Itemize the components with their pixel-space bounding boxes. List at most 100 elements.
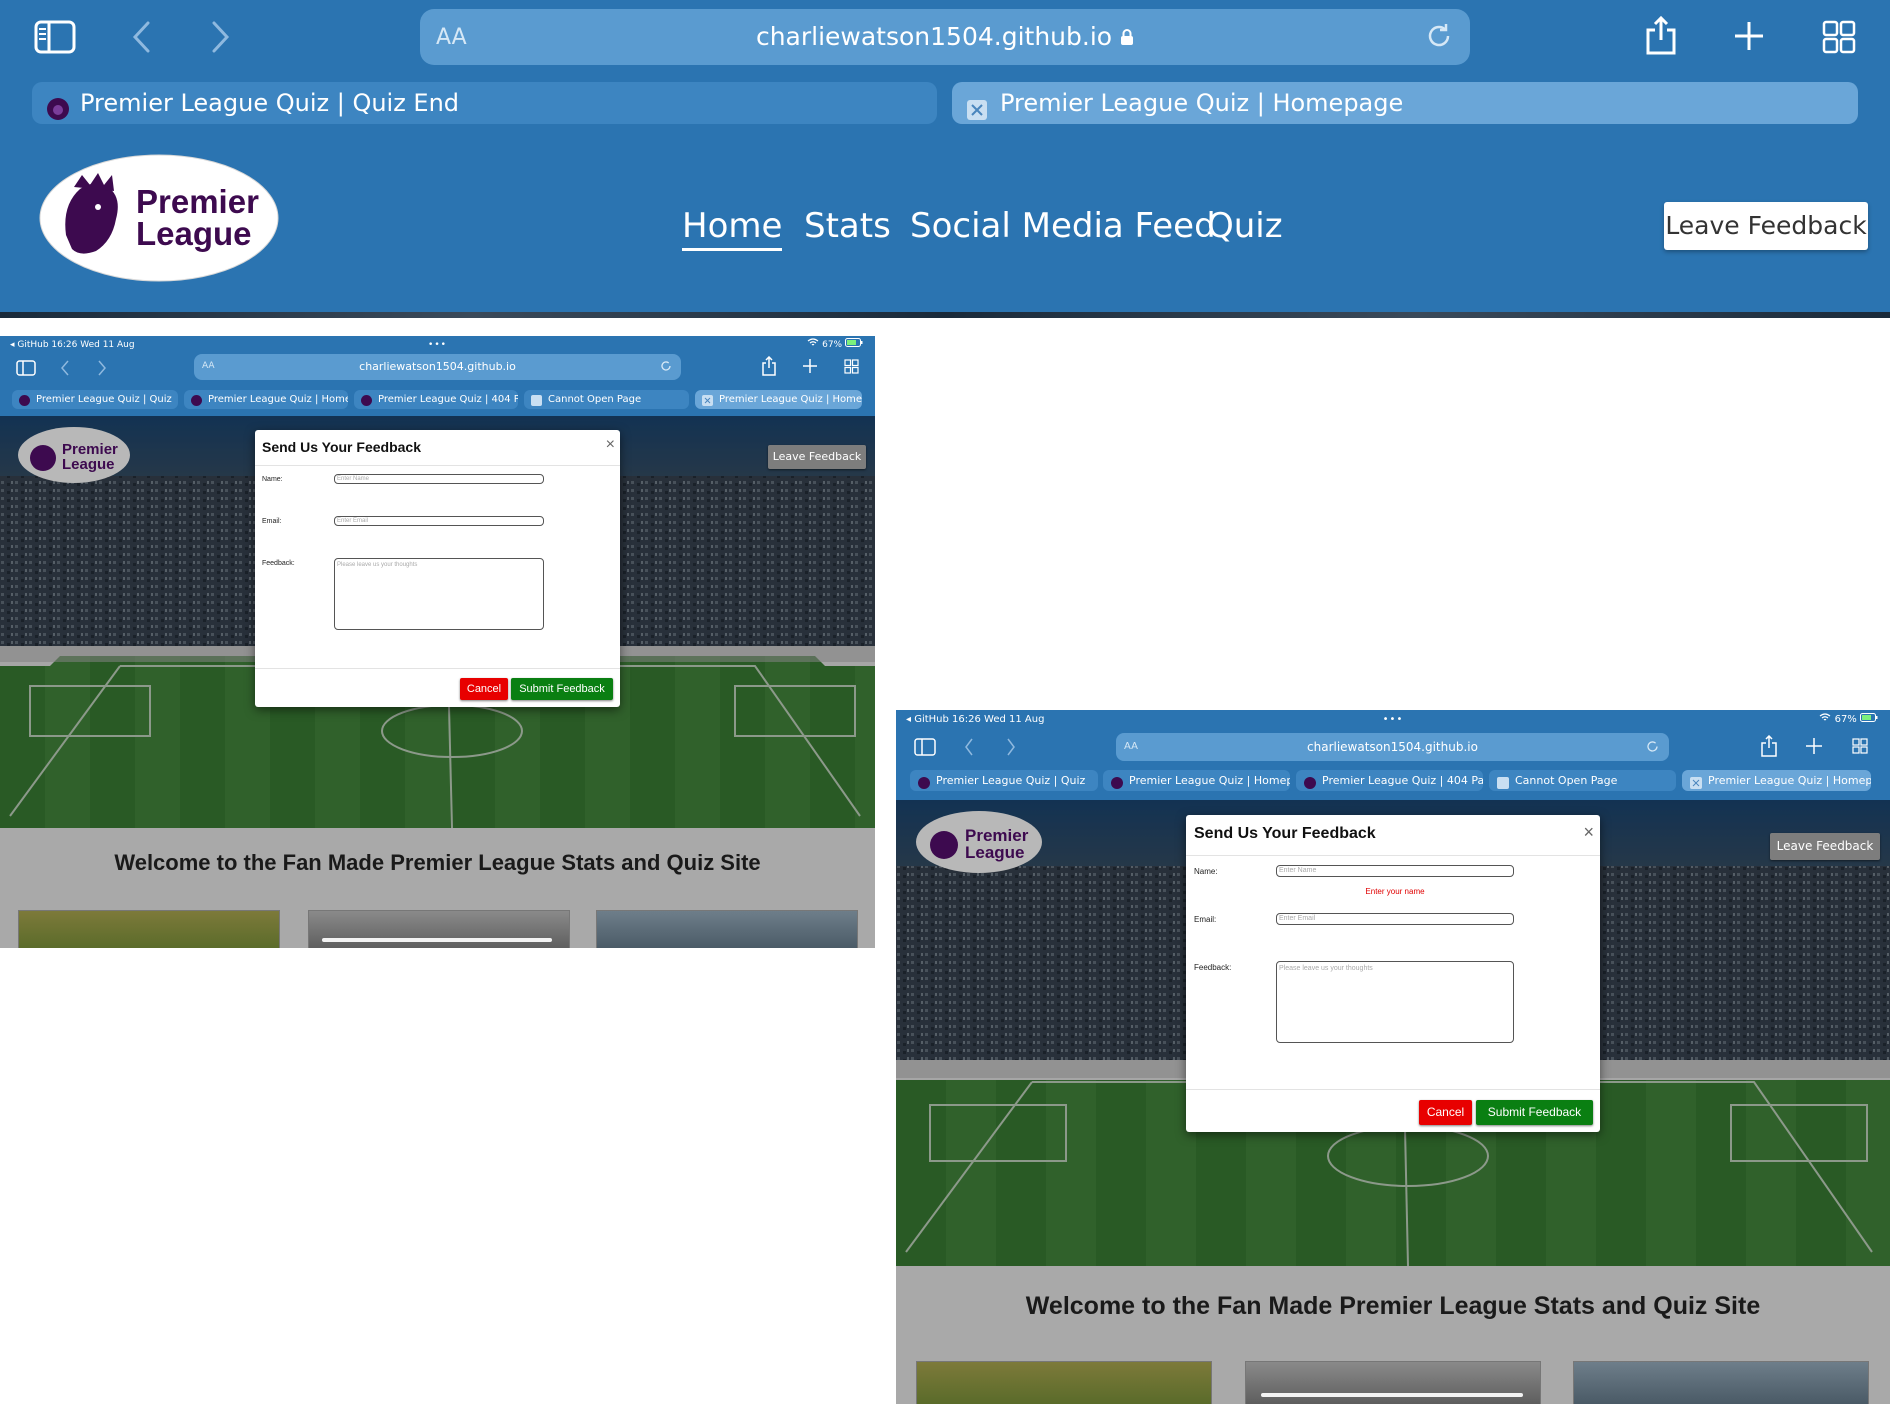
tab-homepage[interactable]: Premier League Quiz | Homepage xyxy=(952,82,1858,124)
browser-toolbar: AA charliewatson1504.github.io Premier L… xyxy=(896,730,1890,800)
ios-status-bar: ◂ GitHub 16:26 Wed 11 Aug ••• 67% xyxy=(896,710,1890,730)
tab-quiz-end[interactable]: Premier League Quiz | Quiz End xyxy=(32,82,937,124)
tab-4[interactable]: Cannot Open Page xyxy=(524,390,689,409)
back-chevron-icon[interactable] xyxy=(60,360,70,381)
plus-icon[interactable] xyxy=(1733,20,1765,57)
svg-text:League: League xyxy=(965,843,1025,862)
feedback-textarea[interactable]: Please leave us your thoughts xyxy=(334,558,544,630)
tabs-grid-icon[interactable] xyxy=(1852,738,1868,759)
feature-card-stats[interactable] xyxy=(18,910,280,948)
nav-quiz[interactable]: Quiz xyxy=(1207,206,1283,246)
back-chevron-icon[interactable] xyxy=(964,738,974,761)
email-label: Email: xyxy=(1194,915,1217,924)
page-icon xyxy=(1497,775,1509,791)
feature-card-social[interactable] xyxy=(308,910,570,948)
email-input[interactable]: Enter Email xyxy=(334,516,544,526)
name-input[interactable]: Enter Name xyxy=(1276,865,1514,877)
feature-card-social[interactable] xyxy=(1245,1361,1541,1404)
battery-icon xyxy=(1860,713,1878,722)
tab-1[interactable]: Premier League Quiz | Quiz xyxy=(910,770,1098,791)
tab-5[interactable]: Premier League Quiz | Homepage xyxy=(695,390,862,409)
leave-feedback-button[interactable]: Leave Feedback xyxy=(768,445,866,469)
email-label: Email: xyxy=(262,518,282,525)
share-icon[interactable] xyxy=(1644,14,1678,61)
name-label: Name: xyxy=(262,476,283,483)
name-error-message: Enter your name xyxy=(1365,887,1425,896)
logo-text-line2: League xyxy=(136,215,252,252)
nav-stats[interactable]: Stats xyxy=(804,206,891,246)
home-indicator[interactable] xyxy=(1261,1393,1523,1397)
address-bar[interactable]: AA charliewatson1504.github.io xyxy=(194,354,681,380)
pl-lion-icon xyxy=(19,394,30,409)
close-icon[interactable]: × xyxy=(1583,822,1594,843)
tab-5[interactable]: Premier League Quiz | Homepage xyxy=(1682,770,1871,791)
tab-1[interactable]: Premier League Quiz | Quiz xyxy=(12,390,178,409)
feedback-label: Feedback: xyxy=(262,560,295,567)
modal-footer-divider xyxy=(1186,1089,1600,1090)
feedback-modal: Send Us Your Feedback × Name: Enter Name… xyxy=(255,430,620,707)
forward-chevron-icon[interactable] xyxy=(208,20,232,59)
name-input[interactable]: Enter Name xyxy=(334,474,544,484)
back-chevron-icon[interactable] xyxy=(130,20,154,59)
close-tab-icon[interactable] xyxy=(966,92,988,124)
tabs-grid-icon[interactable] xyxy=(844,359,859,379)
tab-2[interactable]: Premier League Quiz | Homepage xyxy=(1103,770,1290,791)
premier-league-logo[interactable]: Premier League xyxy=(17,426,131,489)
forward-chevron-icon[interactable] xyxy=(1006,738,1016,761)
address-bar[interactable]: AA charliewatson1504.github.io xyxy=(1116,733,1669,761)
feedback-modal: Send Us Your Feedback × Name: Enter Name… xyxy=(1186,815,1600,1132)
page-icon xyxy=(531,394,542,409)
close-tab-icon[interactable] xyxy=(1690,775,1702,791)
blank-area xyxy=(0,948,875,1417)
sidebar-icon[interactable] xyxy=(16,360,36,381)
nav-social-media-feed[interactable]: Social Media Feed xyxy=(910,206,1216,246)
reload-icon[interactable] xyxy=(659,359,673,376)
email-input[interactable]: Enter Email xyxy=(1276,913,1514,925)
address-text: charliewatson1504.github.io xyxy=(1307,740,1478,754)
wifi-icon xyxy=(1820,713,1831,721)
modal-footer-divider xyxy=(255,668,620,669)
tab-4[interactable]: Cannot Open Page xyxy=(1489,770,1676,791)
feature-card-stats[interactable] xyxy=(916,1361,1212,1404)
share-icon[interactable] xyxy=(1761,734,1777,762)
feature-card-quiz[interactable] xyxy=(596,910,858,948)
browser-toolbar: AA charliewatson1504.github.io Premier L… xyxy=(0,354,875,416)
tab-3[interactable]: Premier League Quiz | 404 Page xyxy=(1296,770,1483,791)
modal-header-divider xyxy=(255,465,620,466)
nav-home[interactable]: Home xyxy=(682,206,783,251)
share-icon[interactable] xyxy=(762,355,776,381)
close-tab-icon[interactable] xyxy=(702,394,713,409)
cancel-button[interactable]: Cancel xyxy=(460,678,508,700)
tab-3[interactable]: Premier League Quiz | 404 Page xyxy=(354,390,518,409)
svg-text:League: League xyxy=(62,456,115,473)
sidebar-icon[interactable] xyxy=(34,20,76,59)
feature-card-quiz[interactable] xyxy=(1573,1361,1869,1404)
modal-header-divider xyxy=(1186,855,1600,856)
leave-feedback-button[interactable]: Leave Feedback xyxy=(1770,833,1880,860)
submit-feedback-button[interactable]: Submit Feedback xyxy=(1476,1100,1593,1125)
plus-icon[interactable] xyxy=(803,359,817,378)
premier-league-logo[interactable]: Premier League xyxy=(38,153,280,283)
reload-icon[interactable] xyxy=(1645,739,1660,757)
hero-top-strip xyxy=(0,312,1890,318)
cancel-button[interactable]: Cancel xyxy=(1419,1100,1472,1125)
premier-league-logo[interactable]: Premier League xyxy=(915,810,1043,879)
reload-icon[interactable] xyxy=(1424,21,1454,56)
wifi-icon xyxy=(807,338,819,346)
screenshot-feedback-modal-error: ◂ GitHub 16:26 Wed 11 Aug ••• 67% AA cha… xyxy=(896,710,1890,1404)
forward-chevron-icon[interactable] xyxy=(97,360,107,381)
tab-2[interactable]: Premier League Quiz | Homepage xyxy=(184,390,348,409)
leave-feedback-button[interactable]: Leave Feedback xyxy=(1664,202,1868,250)
sidebar-icon[interactable] xyxy=(914,738,936,761)
plus-icon[interactable] xyxy=(1806,738,1822,759)
feedback-textarea[interactable]: Please leave us your thoughts xyxy=(1276,961,1514,1043)
pl-lion-icon xyxy=(918,775,930,791)
address-bar[interactable]: AA charliewatson1504.github.io xyxy=(420,9,1470,65)
top-browser-screenshot: AA charliewatson1504.github.io Premier L… xyxy=(0,0,1890,318)
submit-feedback-button[interactable]: Submit Feedback xyxy=(511,678,613,700)
tabs-grid-icon[interactable] xyxy=(1822,20,1856,59)
lock-icon xyxy=(1121,29,1134,45)
ios-status-bar: ◂ GitHub 16:26 Wed 11 Aug ••• 67% xyxy=(0,336,875,354)
close-icon[interactable]: × xyxy=(606,436,615,454)
home-indicator[interactable] xyxy=(322,938,552,942)
